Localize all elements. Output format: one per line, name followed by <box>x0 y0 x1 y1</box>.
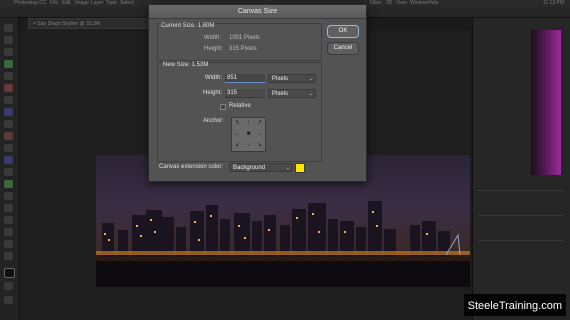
dialog-title[interactable]: Canvas Size <box>149 5 366 19</box>
anchor-left-icon[interactable]: ← <box>232 129 243 140</box>
width-unit-select[interactable]: Pixels ⌄ <box>268 74 316 83</box>
menu-view[interactable]: View <box>396 0 407 7</box>
healing-tool-icon[interactable] <box>4 96 13 104</box>
width-field[interactable]: 851 <box>225 74 265 83</box>
zoom-tool-icon[interactable] <box>4 252 13 260</box>
chevron-down-icon: ⌄ <box>308 76 313 82</box>
anchor-top-right-icon[interactable]: ↗ <box>254 118 265 129</box>
screen-mode-icon[interactable] <box>4 296 13 304</box>
height-label: Height: <box>203 90 223 96</box>
cancel-button[interactable]: Cancel <box>327 42 359 55</box>
ok-button[interactable]: OK <box>327 25 359 38</box>
anchor-label: Anchor: <box>203 118 224 124</box>
extension-color-label: Canvas extension color: <box>159 164 224 170</box>
stamp-tool-icon[interactable] <box>4 120 13 128</box>
document-tab[interactable]: × San Diego Skyline @ 33.3% <box>28 18 148 29</box>
height-unit-select[interactable]: Pixels ⌄ <box>268 89 316 98</box>
anchor-center-icon[interactable]: ■ <box>243 129 254 140</box>
menu-app[interactable]: Photoshop CC <box>14 0 47 7</box>
current-width-value: 1001 Pixels <box>229 35 261 41</box>
menu-layer[interactable]: Layer <box>91 0 104 7</box>
watermark: SteeleTraining.com <box>463 294 566 316</box>
menu-edit[interactable]: Edit <box>62 0 71 7</box>
new-size-label: New Size: 1.53M <box>163 62 209 68</box>
menu-3d[interactable]: 3D <box>386 0 392 7</box>
anchor-right-icon[interactable]: → <box>254 129 265 140</box>
brush-tool-icon[interactable] <box>4 108 13 116</box>
anchor-bottom-right-icon[interactable]: ↘ <box>254 140 265 151</box>
menu-filter[interactable]: Filter <box>370 0 381 7</box>
anchor-top-left-icon[interactable]: ↖ <box>232 118 243 129</box>
menu-type[interactable]: Type <box>106 0 117 7</box>
lasso-tool-icon[interactable] <box>4 48 13 56</box>
gradient-tool-icon[interactable] <box>4 156 13 164</box>
menu-help[interactable]: Help <box>428 0 438 7</box>
system-clock: 11:13 PM <box>542 0 564 6</box>
pen-tool-icon[interactable] <box>4 192 13 200</box>
blur-tool-icon[interactable] <box>4 168 13 176</box>
extension-color-select[interactable]: Background ⌄ <box>229 163 293 172</box>
chevron-down-icon: ⌄ <box>285 165 290 171</box>
panel-divider <box>478 215 563 216</box>
panel-divider <box>478 190 563 191</box>
quick-select-tool-icon[interactable] <box>4 60 13 68</box>
color-picker-gradient[interactable] <box>531 30 561 175</box>
anchor-grid: ↖ ↑ ↗ ← ■ → ↙ ↓ ↘ <box>231 117 266 152</box>
type-tool-icon[interactable] <box>4 204 13 212</box>
current-width-label: Width: <box>204 35 222 41</box>
dodge-tool-icon[interactable] <box>4 180 13 188</box>
canvas-size-dialog: Canvas Size Current Size: 1.80M Width: 1… <box>148 4 367 182</box>
shape-tool-icon[interactable] <box>4 228 13 236</box>
current-height-value: 315 Pixels <box>229 46 257 52</box>
eraser-tool-icon[interactable] <box>4 144 13 152</box>
crop-tool-icon[interactable] <box>4 72 13 80</box>
anchor-bottom-icon[interactable]: ↓ <box>243 140 254 151</box>
menu-file[interactable]: File <box>50 0 58 7</box>
anchor-top-icon[interactable]: ↑ <box>243 118 254 129</box>
menu-window[interactable]: Window <box>410 0 428 7</box>
relative-label: Relative <box>229 103 251 109</box>
move-tool-icon[interactable] <box>4 24 13 32</box>
eyedropper-tool-icon[interactable] <box>4 84 13 92</box>
panel-divider <box>478 240 563 241</box>
history-brush-tool-icon[interactable] <box>4 132 13 140</box>
current-height-label: Height: <box>204 46 224 52</box>
hand-tool-icon[interactable] <box>4 240 13 248</box>
chevron-down-icon: ⌄ <box>308 91 313 97</box>
watermark-text: SteeleTraining.com <box>467 300 562 312</box>
menu-image[interactable]: Image <box>75 0 89 7</box>
tools-panel <box>0 18 19 320</box>
path-select-tool-icon[interactable] <box>4 216 13 224</box>
marquee-tool-icon[interactable] <box>4 36 13 44</box>
relative-checkbox[interactable] <box>220 104 226 110</box>
width-unit-value: Pixels <box>272 76 289 82</box>
menu-select[interactable]: Select <box>120 0 134 7</box>
height-field[interactable]: 315 <box>225 89 265 98</box>
extension-color-swatch[interactable] <box>295 163 305 173</box>
quick-mask-icon[interactable] <box>4 282 13 290</box>
anchor-bottom-left-icon[interactable]: ↙ <box>232 140 243 151</box>
width-label: Width: <box>205 75 223 81</box>
height-unit-value: Pixels <box>272 91 289 97</box>
foreground-color-icon[interactable] <box>4 268 15 278</box>
current-size-label: Current Size: 1.80M <box>161 23 215 29</box>
extension-color-value: Background <box>233 165 266 171</box>
